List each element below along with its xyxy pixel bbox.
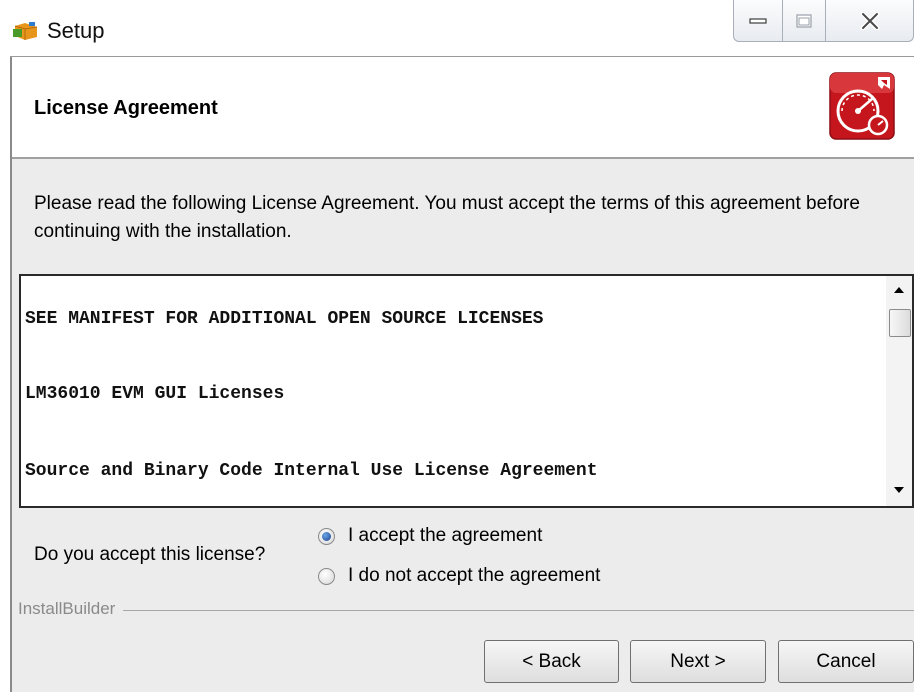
close-button[interactable] <box>825 0 914 42</box>
back-button[interactable]: < Back <box>484 640 619 683</box>
scroll-thumb[interactable] <box>889 309 911 337</box>
next-button[interactable]: Next > <box>630 640 766 683</box>
window-title: Setup <box>47 18 105 43</box>
decline-radio[interactable] <box>318 567 335 585</box>
instructions-text: Please read the following License Agreem… <box>34 193 860 242</box>
minimize-button[interactable] <box>733 0 783 42</box>
brand-divider <box>18 610 914 611</box>
license-scrollbar[interactable] <box>886 276 912 506</box>
brand-label: InstallBuilder <box>18 599 124 619</box>
license-line: Source and Binary Code Internal Use Lice… <box>25 461 598 481</box>
arrow-up-icon <box>894 287 904 293</box>
arrow-down-icon <box>894 487 904 493</box>
license-line: SEE MANIFEST FOR ADDITIONAL OPEN SOURCE … <box>25 309 544 329</box>
accept-label: I accept the agreement <box>348 525 543 546</box>
maximize-button[interactable] <box>782 0 826 42</box>
scroll-up-button[interactable] <box>886 280 912 302</box>
minimize-icon <box>749 17 767 24</box>
license-text-box[interactable]: SEE MANIFEST FOR ADDITIONAL OPEN SOURCE … <box>19 274 914 508</box>
maximize-icon <box>796 13 812 28</box>
title-bar: Setup <box>0 0 914 56</box>
setup-app-icon <box>13 20 39 42</box>
page-header: License Agreement <box>12 57 914 158</box>
accept-agreement-option[interactable]: I accept the agreement <box>318 523 542 549</box>
cancel-button[interactable]: Cancel <box>778 640 914 683</box>
close-icon <box>860 11 879 30</box>
decline-agreement-option[interactable]: I do not accept the agreement <box>318 563 600 589</box>
accept-question: Do you accept this license? <box>34 544 266 565</box>
decline-label: I do not accept the agreement <box>348 565 601 586</box>
dialog-body: Please read the following License Agreem… <box>12 159 914 692</box>
accept-radio[interactable] <box>318 527 335 545</box>
license-line: LM36010 EVM GUI Licenses <box>25 384 285 404</box>
installbuilder-separator: InstallBuilder <box>12 595 914 619</box>
speedometer-logo-icon <box>828 69 898 143</box>
scroll-down-button[interactable] <box>886 480 912 502</box>
window-controls <box>733 0 914 42</box>
page-title: License Agreement <box>34 97 218 119</box>
